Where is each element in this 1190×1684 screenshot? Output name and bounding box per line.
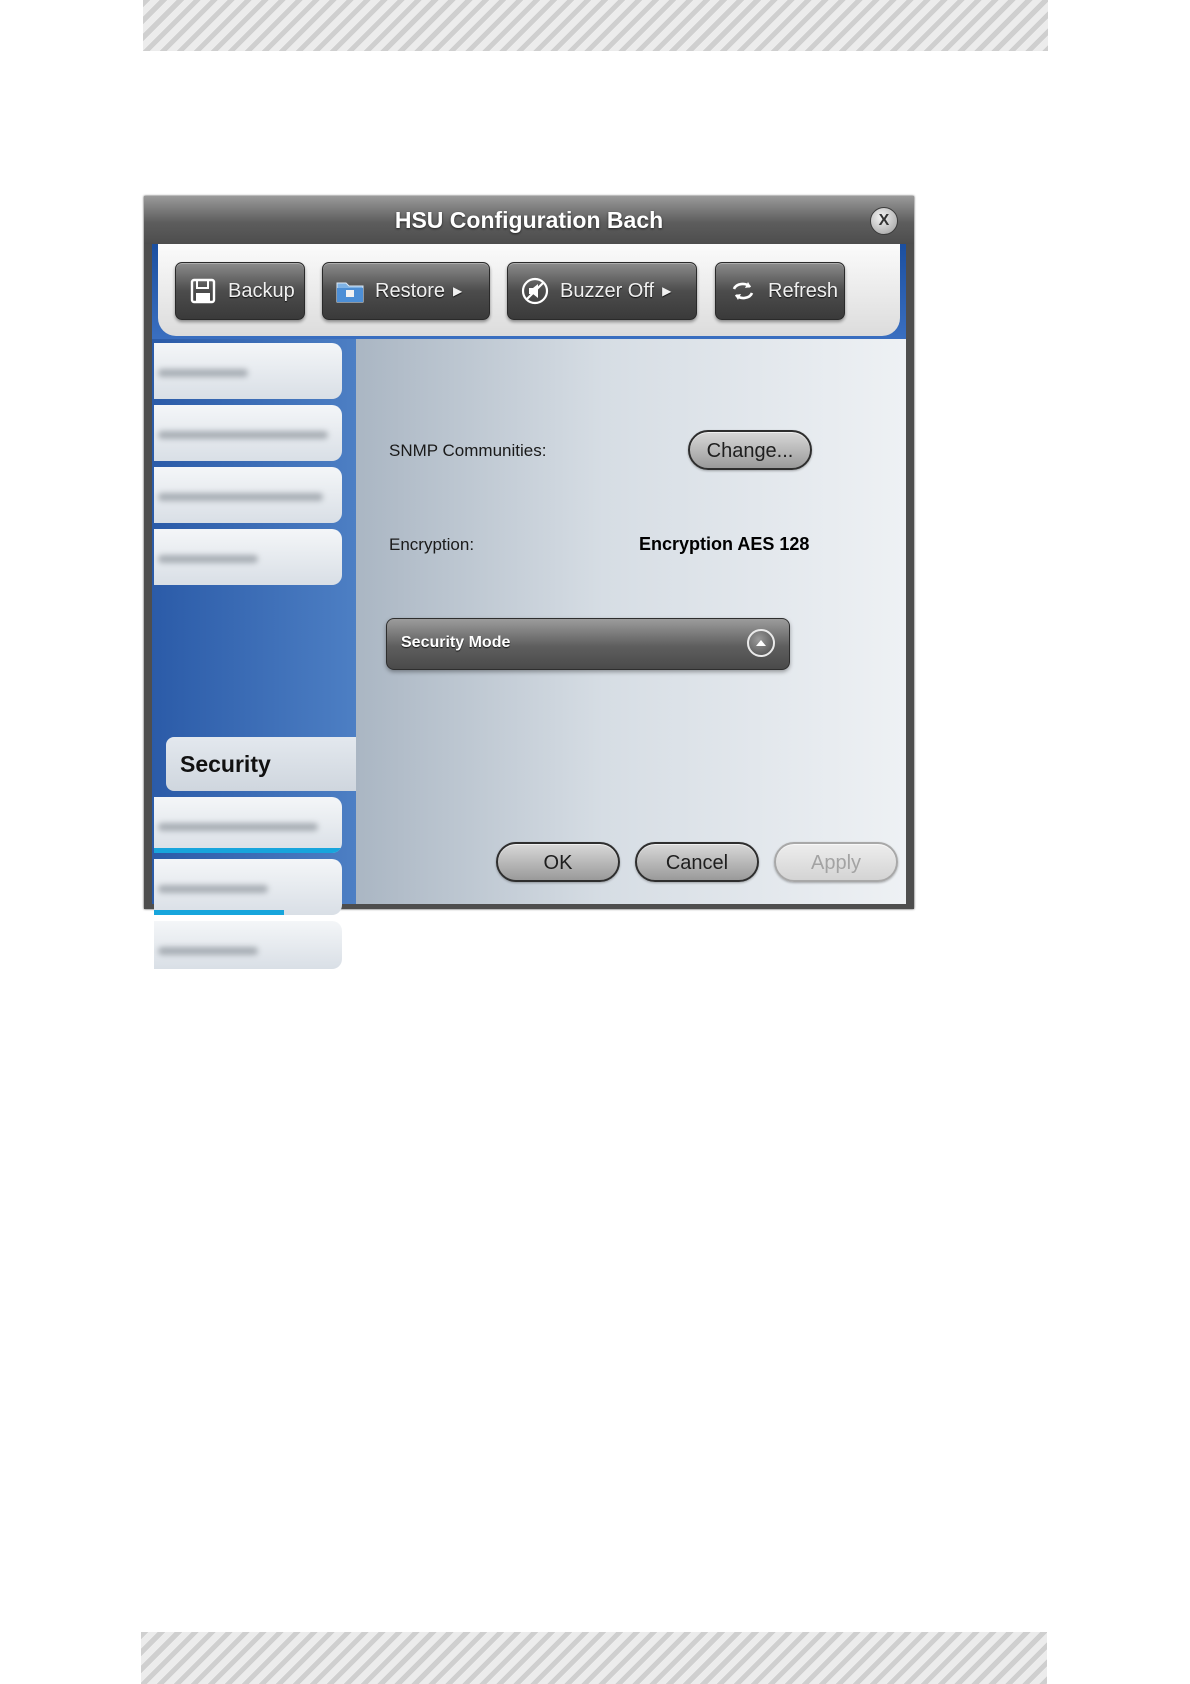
restore-button[interactable]: Restore ▶ <box>322 262 490 320</box>
buzzer-off-button[interactable]: Buzzer Off ▶ <box>507 262 697 320</box>
window-title: HSU Configuration Bach <box>394 207 664 233</box>
toolbar-area: Backup Restore ▶ Buzzer Off ▶ Refresh <box>152 244 906 339</box>
sidebar-item[interactable] <box>154 467 342 523</box>
backup-label: Backup <box>228 279 295 302</box>
sidebar-item[interactable] <box>154 797 342 853</box>
sidebar-item-security[interactable]: Security <box>166 737 356 791</box>
sidebar-item[interactable] <box>154 405 342 461</box>
window-client-area: Backup Restore ▶ Buzzer Off ▶ Refresh Se… <box>152 244 906 969</box>
security-mode-label: Security Mode <box>401 634 511 651</box>
page-footer-decoration <box>141 1632 1047 1684</box>
folder-icon <box>335 276 365 306</box>
sidebar-item[interactable] <box>154 859 342 915</box>
page-header-decoration <box>143 0 1048 51</box>
apply-button[interactable]: Apply <box>774 842 898 882</box>
security-panel: SNMP Communities: Change... Encryption: … <box>356 339 906 904</box>
security-mode-expander[interactable]: Security Mode <box>386 618 790 670</box>
chevron-up-icon[interactable] <box>747 629 775 657</box>
sidebar-item[interactable] <box>154 529 342 585</box>
title-bar[interactable]: HSU Configuration Bach X <box>144 196 914 244</box>
speaker-mute-icon <box>520 276 550 306</box>
backup-button[interactable]: Backup <box>175 262 305 320</box>
sidebar-item[interactable] <box>154 343 342 399</box>
close-button[interactable]: X <box>870 207 898 235</box>
sidebar: Security <box>152 339 356 969</box>
sidebar-item[interactable] <box>154 921 342 969</box>
toolbar: Backup Restore ▶ Buzzer Off ▶ Refresh <box>158 244 900 336</box>
encryption-label: Encryption: <box>389 535 475 554</box>
snmp-communities-label: SNMP Communities: <box>389 441 547 460</box>
save-icon <box>188 276 218 306</box>
dropdown-arrow-icon: ▶ <box>453 284 463 298</box>
ok-button[interactable]: OK <box>496 842 620 882</box>
buzzer-off-label: Buzzer Off <box>560 279 655 302</box>
cancel-button[interactable]: Cancel <box>635 842 759 882</box>
encryption-value: Encryption AES 128 <box>639 534 810 554</box>
dropdown-arrow-icon: ▶ <box>662 284 672 298</box>
change-button[interactable]: Change... <box>688 430 812 470</box>
refresh-label: Refresh <box>768 279 839 302</box>
config-window: HSU Configuration Bach X Backup Restore … <box>144 196 914 969</box>
refresh-button[interactable]: Refresh <box>715 262 845 320</box>
restore-label: Restore <box>375 279 446 302</box>
refresh-icon <box>728 276 758 306</box>
